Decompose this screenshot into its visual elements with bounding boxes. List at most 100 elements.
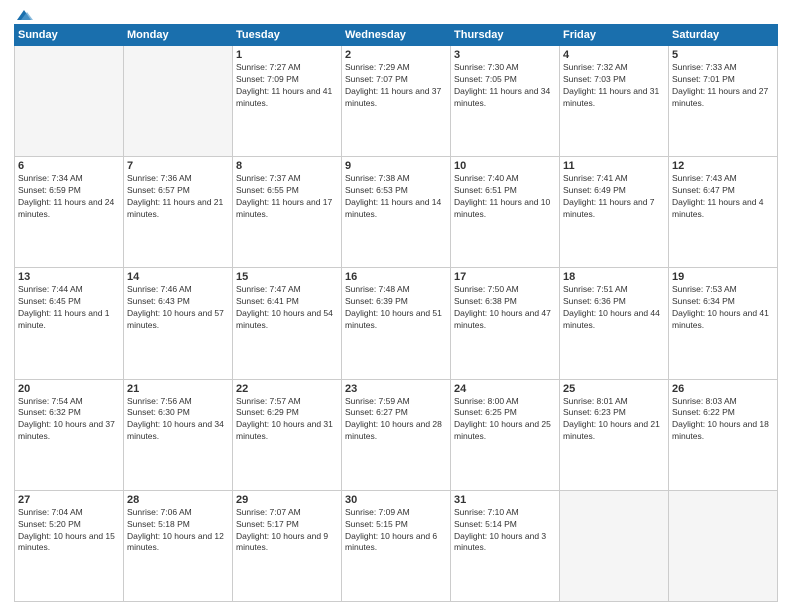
day-number: 8	[236, 160, 338, 172]
day-number: 28	[127, 494, 229, 506]
logo-icon	[15, 8, 33, 22]
day-info: Sunrise: 7:43 AMSunset: 6:47 PMDaylight:…	[672, 173, 774, 221]
day-info: Sunrise: 7:30 AMSunset: 7:05 PMDaylight:…	[454, 62, 556, 110]
calendar-day-header: Tuesday	[233, 25, 342, 46]
calendar-cell: 27Sunrise: 7:04 AMSunset: 5:20 PMDayligh…	[15, 490, 124, 601]
day-info: Sunrise: 7:48 AMSunset: 6:39 PMDaylight:…	[345, 284, 447, 332]
day-info: Sunrise: 7:38 AMSunset: 6:53 PMDaylight:…	[345, 173, 447, 221]
calendar-cell: 4Sunrise: 7:32 AMSunset: 7:03 PMDaylight…	[560, 46, 669, 157]
calendar-cell: 5Sunrise: 7:33 AMSunset: 7:01 PMDaylight…	[669, 46, 778, 157]
day-info: Sunrise: 7:56 AMSunset: 6:30 PMDaylight:…	[127, 396, 229, 444]
day-info: Sunrise: 7:47 AMSunset: 6:41 PMDaylight:…	[236, 284, 338, 332]
day-info: Sunrise: 7:10 AMSunset: 5:14 PMDaylight:…	[454, 507, 556, 555]
calendar-week-row: 6Sunrise: 7:34 AMSunset: 6:59 PMDaylight…	[15, 157, 778, 268]
day-number: 4	[563, 49, 665, 61]
calendar-cell: 24Sunrise: 8:00 AMSunset: 6:25 PMDayligh…	[451, 379, 560, 490]
day-info: Sunrise: 8:03 AMSunset: 6:22 PMDaylight:…	[672, 396, 774, 444]
header	[14, 10, 778, 18]
calendar-cell: 9Sunrise: 7:38 AMSunset: 6:53 PMDaylight…	[342, 157, 451, 268]
day-info: Sunrise: 7:50 AMSunset: 6:38 PMDaylight:…	[454, 284, 556, 332]
day-number: 27	[18, 494, 120, 506]
day-number: 29	[236, 494, 338, 506]
page: SundayMondayTuesdayWednesdayThursdayFrid…	[0, 0, 792, 612]
day-number: 31	[454, 494, 556, 506]
calendar-cell: 31Sunrise: 7:10 AMSunset: 5:14 PMDayligh…	[451, 490, 560, 601]
calendar-cell: 10Sunrise: 7:40 AMSunset: 6:51 PMDayligh…	[451, 157, 560, 268]
day-number: 17	[454, 271, 556, 283]
day-number: 24	[454, 383, 556, 395]
calendar-cell: 8Sunrise: 7:37 AMSunset: 6:55 PMDaylight…	[233, 157, 342, 268]
day-number: 13	[18, 271, 120, 283]
day-info: Sunrise: 7:06 AMSunset: 5:18 PMDaylight:…	[127, 507, 229, 555]
day-info: Sunrise: 7:51 AMSunset: 6:36 PMDaylight:…	[563, 284, 665, 332]
calendar-cell: 20Sunrise: 7:54 AMSunset: 6:32 PMDayligh…	[15, 379, 124, 490]
day-number: 19	[672, 271, 774, 283]
day-info: Sunrise: 8:01 AMSunset: 6:23 PMDaylight:…	[563, 396, 665, 444]
day-number: 25	[563, 383, 665, 395]
calendar-cell: 28Sunrise: 7:06 AMSunset: 5:18 PMDayligh…	[124, 490, 233, 601]
calendar-cell: 25Sunrise: 8:01 AMSunset: 6:23 PMDayligh…	[560, 379, 669, 490]
day-info: Sunrise: 7:07 AMSunset: 5:17 PMDaylight:…	[236, 507, 338, 555]
logo	[14, 10, 33, 18]
calendar-cell	[560, 490, 669, 601]
day-info: Sunrise: 7:33 AMSunset: 7:01 PMDaylight:…	[672, 62, 774, 110]
day-info: Sunrise: 8:00 AMSunset: 6:25 PMDaylight:…	[454, 396, 556, 444]
calendar-week-row: 27Sunrise: 7:04 AMSunset: 5:20 PMDayligh…	[15, 490, 778, 601]
calendar-day-header: Friday	[560, 25, 669, 46]
calendar-day-header: Monday	[124, 25, 233, 46]
calendar-cell: 3Sunrise: 7:30 AMSunset: 7:05 PMDaylight…	[451, 46, 560, 157]
day-info: Sunrise: 7:41 AMSunset: 6:49 PMDaylight:…	[563, 173, 665, 221]
calendar-day-header: Saturday	[669, 25, 778, 46]
day-info: Sunrise: 7:04 AMSunset: 5:20 PMDaylight:…	[18, 507, 120, 555]
day-info: Sunrise: 7:37 AMSunset: 6:55 PMDaylight:…	[236, 173, 338, 221]
calendar-day-header: Thursday	[451, 25, 560, 46]
day-number: 10	[454, 160, 556, 172]
calendar-day-header: Sunday	[15, 25, 124, 46]
calendar-cell: 16Sunrise: 7:48 AMSunset: 6:39 PMDayligh…	[342, 268, 451, 379]
day-info: Sunrise: 7:44 AMSunset: 6:45 PMDaylight:…	[18, 284, 120, 332]
calendar-cell: 22Sunrise: 7:57 AMSunset: 6:29 PMDayligh…	[233, 379, 342, 490]
calendar-header-row: SundayMondayTuesdayWednesdayThursdayFrid…	[15, 25, 778, 46]
calendar-week-row: 1Sunrise: 7:27 AMSunset: 7:09 PMDaylight…	[15, 46, 778, 157]
calendar-cell	[15, 46, 124, 157]
day-number: 22	[236, 383, 338, 395]
calendar-day-header: Wednesday	[342, 25, 451, 46]
calendar-cell: 6Sunrise: 7:34 AMSunset: 6:59 PMDaylight…	[15, 157, 124, 268]
day-info: Sunrise: 7:29 AMSunset: 7:07 PMDaylight:…	[345, 62, 447, 110]
day-info: Sunrise: 7:46 AMSunset: 6:43 PMDaylight:…	[127, 284, 229, 332]
day-info: Sunrise: 7:34 AMSunset: 6:59 PMDaylight:…	[18, 173, 120, 221]
day-info: Sunrise: 7:27 AMSunset: 7:09 PMDaylight:…	[236, 62, 338, 110]
day-number: 9	[345, 160, 447, 172]
day-number: 30	[345, 494, 447, 506]
day-number: 15	[236, 271, 338, 283]
day-info: Sunrise: 7:36 AMSunset: 6:57 PMDaylight:…	[127, 173, 229, 221]
day-number: 14	[127, 271, 229, 283]
day-number: 16	[345, 271, 447, 283]
calendar-cell: 1Sunrise: 7:27 AMSunset: 7:09 PMDaylight…	[233, 46, 342, 157]
day-number: 6	[18, 160, 120, 172]
day-info: Sunrise: 7:40 AMSunset: 6:51 PMDaylight:…	[454, 173, 556, 221]
day-info: Sunrise: 7:09 AMSunset: 5:15 PMDaylight:…	[345, 507, 447, 555]
calendar-cell: 13Sunrise: 7:44 AMSunset: 6:45 PMDayligh…	[15, 268, 124, 379]
day-info: Sunrise: 7:53 AMSunset: 6:34 PMDaylight:…	[672, 284, 774, 332]
day-number: 2	[345, 49, 447, 61]
calendar-cell: 15Sunrise: 7:47 AMSunset: 6:41 PMDayligh…	[233, 268, 342, 379]
calendar-cell: 7Sunrise: 7:36 AMSunset: 6:57 PMDaylight…	[124, 157, 233, 268]
calendar-week-row: 13Sunrise: 7:44 AMSunset: 6:45 PMDayligh…	[15, 268, 778, 379]
calendar-table: SundayMondayTuesdayWednesdayThursdayFrid…	[14, 24, 778, 602]
calendar-cell: 11Sunrise: 7:41 AMSunset: 6:49 PMDayligh…	[560, 157, 669, 268]
day-number: 11	[563, 160, 665, 172]
calendar-cell: 12Sunrise: 7:43 AMSunset: 6:47 PMDayligh…	[669, 157, 778, 268]
day-info: Sunrise: 7:57 AMSunset: 6:29 PMDaylight:…	[236, 396, 338, 444]
calendar-cell: 21Sunrise: 7:56 AMSunset: 6:30 PMDayligh…	[124, 379, 233, 490]
day-info: Sunrise: 7:32 AMSunset: 7:03 PMDaylight:…	[563, 62, 665, 110]
day-number: 21	[127, 383, 229, 395]
calendar-cell: 29Sunrise: 7:07 AMSunset: 5:17 PMDayligh…	[233, 490, 342, 601]
day-number: 26	[672, 383, 774, 395]
day-number: 7	[127, 160, 229, 172]
calendar-cell: 19Sunrise: 7:53 AMSunset: 6:34 PMDayligh…	[669, 268, 778, 379]
day-number: 18	[563, 271, 665, 283]
calendar-week-row: 20Sunrise: 7:54 AMSunset: 6:32 PMDayligh…	[15, 379, 778, 490]
day-info: Sunrise: 7:54 AMSunset: 6:32 PMDaylight:…	[18, 396, 120, 444]
calendar-cell: 14Sunrise: 7:46 AMSunset: 6:43 PMDayligh…	[124, 268, 233, 379]
